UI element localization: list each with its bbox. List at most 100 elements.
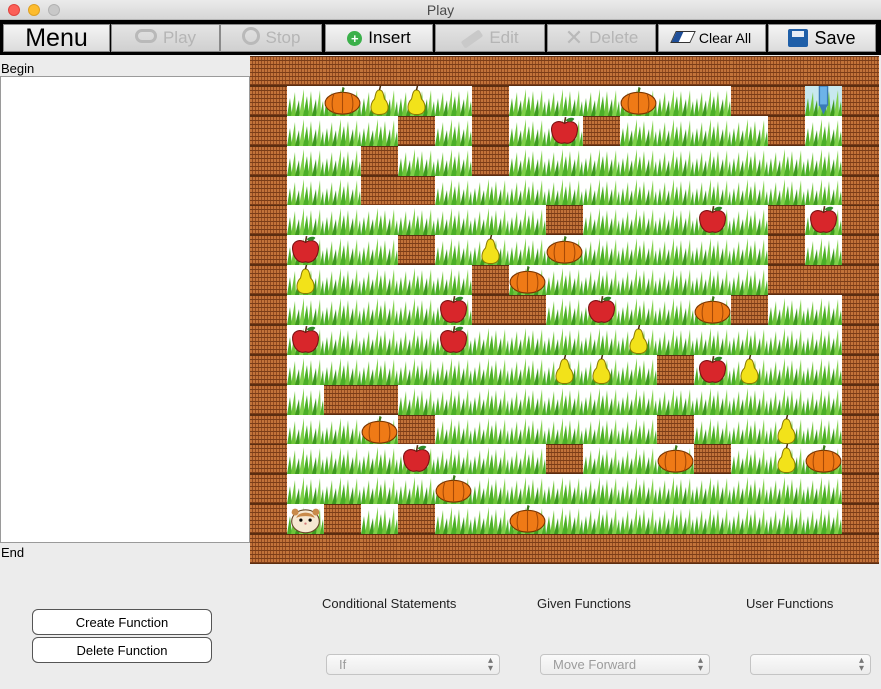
board-cell-grass <box>472 384 509 415</box>
create-function-button[interactable]: Create Function <box>32 609 212 635</box>
board-cell-pumpkin <box>694 295 731 326</box>
play-button[interactable]: Play <box>111 24 220 52</box>
board-cell-grass <box>398 354 435 385</box>
board-cell-grass <box>509 235 546 266</box>
stop-icon <box>241 26 260 50</box>
board-cell-grass <box>620 265 657 296</box>
board-cell-grass <box>324 175 361 206</box>
chevron-updown-icon: ▴ ▾ <box>487 655 493 674</box>
apple-icon <box>435 295 472 325</box>
save-button[interactable]: Save <box>768 24 876 52</box>
board-cell-wall <box>324 534 361 565</box>
conditional-select[interactable]: If ▴ ▾ <box>326 654 500 675</box>
board-cell-grass <box>694 504 731 535</box>
delete-function-button[interactable]: Delete Function <box>32 637 212 663</box>
board-cell-pear <box>731 354 768 385</box>
app-window: Play Menu Play Stop + Insert Edit ✕ Dele… <box>0 0 881 689</box>
pear-icon <box>472 235 509 265</box>
board-cell-wall <box>731 56 768 86</box>
code-editor[interactable] <box>0 76 250 543</box>
board-cell-wall <box>694 56 731 86</box>
board-cell-grass <box>731 175 768 206</box>
board-cell-grass <box>287 354 324 385</box>
board-cell-grass <box>805 384 842 415</box>
board-cell-grass <box>583 324 620 355</box>
board-cell-wall <box>842 504 879 535</box>
edit-button[interactable]: Edit <box>435 24 545 52</box>
board-cell-grass <box>620 474 657 505</box>
board-cell-grass <box>324 474 361 505</box>
board-cell-wall <box>583 115 620 146</box>
board-cell-grass <box>731 324 768 355</box>
board-cell-grass <box>435 175 472 206</box>
pumpkin-icon <box>509 504 546 534</box>
board-cell-wall <box>250 534 287 565</box>
board-cell-wall <box>694 534 731 565</box>
board-cell-wall <box>768 115 805 146</box>
board-cell-grass <box>583 504 620 535</box>
board-cell-grass <box>620 175 657 206</box>
conditional-select-value: If <box>339 657 347 672</box>
board-cell-grass <box>509 175 546 206</box>
board-cell-hamster <box>287 504 324 535</box>
board-cell-grass <box>731 115 768 146</box>
apple-icon <box>546 116 583 146</box>
board-cell-wall <box>805 265 842 296</box>
board-cell-wall <box>657 534 694 565</box>
board-cell-wall <box>324 384 361 415</box>
board-cell-grass <box>546 265 583 296</box>
board-cell-grass <box>805 235 842 266</box>
board-cell-wall <box>361 145 398 176</box>
board-cell-grass <box>361 474 398 505</box>
board-cell-grass <box>768 504 805 535</box>
board-cell-wall <box>250 324 287 355</box>
board-cell-grass <box>731 504 768 535</box>
user-functions-select[interactable]: ▴ ▾ <box>750 654 871 675</box>
delete-function-label: Delete Function <box>76 642 168 658</box>
given-functions-label: Given Functions <box>537 596 631 611</box>
board-cell-wall <box>435 534 472 565</box>
menu-label: Menu <box>25 23 88 52</box>
board-cell-grass <box>435 444 472 475</box>
create-function-label: Create Function <box>75 614 169 630</box>
end-label: End <box>1 545 25 560</box>
board-cell-wall <box>398 175 435 206</box>
board-cell-grass <box>287 384 324 415</box>
board-cell-grass <box>509 85 546 116</box>
pear-icon <box>768 444 805 474</box>
clear-all-button[interactable]: Clear All <box>658 24 766 52</box>
board-cell-wall <box>398 235 435 266</box>
board-cell-grass <box>287 295 324 326</box>
delete-button[interactable]: ✕ Delete <box>547 24 656 52</box>
menu-button[interactable]: Menu <box>3 24 110 52</box>
board-cell-grass <box>694 414 731 445</box>
conditional-statements-label: Conditional Statements <box>322 596 457 611</box>
insert-button[interactable]: + Insert <box>325 24 433 52</box>
board-cell-apple <box>546 115 583 146</box>
apple-icon <box>398 444 435 474</box>
board-cell-wall <box>842 115 879 146</box>
board-cell-grass <box>287 444 324 475</box>
board-cell-grass <box>361 444 398 475</box>
board-cell-grass <box>361 324 398 355</box>
chevron-updown-icon: ▴ ▾ <box>858 655 864 674</box>
board-cell-grass <box>324 235 361 266</box>
board-cell-grass <box>324 265 361 296</box>
board-cell-wall <box>361 56 398 86</box>
board-cell-grass <box>620 235 657 266</box>
board-cell-grass <box>509 205 546 236</box>
board-cell-wall <box>250 295 287 326</box>
board-cell-wall <box>842 205 879 236</box>
board-cell-grass <box>398 384 435 415</box>
board-cell-grass <box>583 205 620 236</box>
board-cell-grass <box>694 115 731 146</box>
pear-icon <box>768 414 805 445</box>
given-functions-select[interactable]: Move Forward ▴ ▾ <box>540 654 710 675</box>
board-cell-grass <box>620 504 657 535</box>
delete-label: Delete <box>589 28 639 47</box>
board-cell-grass <box>620 354 657 385</box>
board-cell-pear <box>620 324 657 355</box>
stop-button[interactable]: Stop <box>220 24 322 52</box>
board-cell-grass <box>324 354 361 385</box>
board-cell-grass <box>731 235 768 266</box>
